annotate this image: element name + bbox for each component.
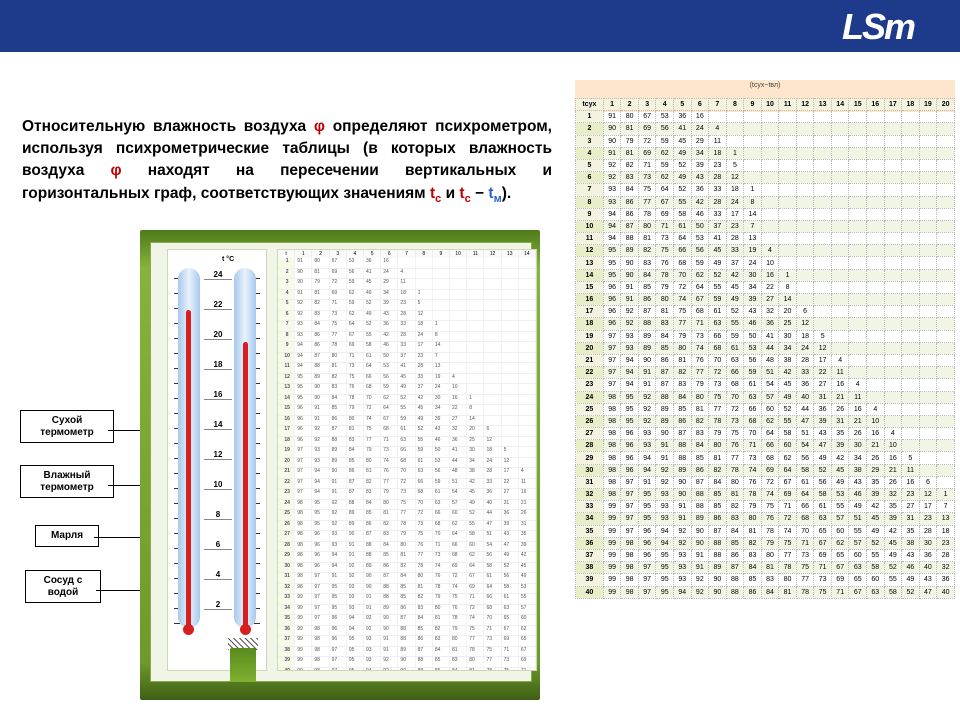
description-block: Относительную влажность воздуха φ опреде… [22, 100, 552, 223]
wet-mercury [243, 342, 248, 630]
device-inner: LSm t °C 24222018161412108642 t123456789… [150, 242, 532, 682]
dry-mercury-ball [183, 624, 194, 635]
callout-dry-thermometer: Сухой термометр [20, 410, 114, 443]
device-frame: LSm t °C 24222018161412108642 t123456789… [140, 230, 540, 700]
tm-symbol: tм [488, 185, 501, 202]
text: − [471, 185, 489, 202]
tc-symbol: tс [430, 185, 441, 202]
wet-mercury-ball [240, 624, 251, 635]
psychrometer-diagram: Сухой термометр Влажный термометр Марля … [80, 230, 550, 710]
header-bar: LSm [0, 0, 960, 52]
text: Относительную влажность воздуха [22, 118, 314, 135]
callout-wet-thermometer: Влажный термометр [20, 465, 114, 498]
psychrometric-table: tсух123456789101112131415161718192019180… [575, 98, 955, 599]
scale-unit: t °C [222, 256, 234, 263]
description-paragraph: Относительную влажность воздуха φ опреде… [22, 116, 552, 208]
brand-logo: LSm [842, 6, 914, 48]
phi-symbol: φ [111, 162, 122, 179]
callout-gauze: Марля [35, 525, 99, 547]
dry-mercury [186, 310, 191, 630]
table-title-text: (tсух−tвл) [575, 82, 955, 89]
water-cup [230, 648, 256, 682]
callout-vessel: Сосуд с водой [25, 570, 101, 603]
mini-psychrometric-table: t123456789101112131419180675336162908169… [277, 249, 537, 671]
text: и [441, 185, 459, 202]
thermometer-scale: t °C 24222018161412108642 [167, 249, 267, 671]
phi-symbol: φ [314, 118, 325, 135]
tc-symbol: tс [459, 185, 470, 202]
text: ). [502, 185, 511, 202]
